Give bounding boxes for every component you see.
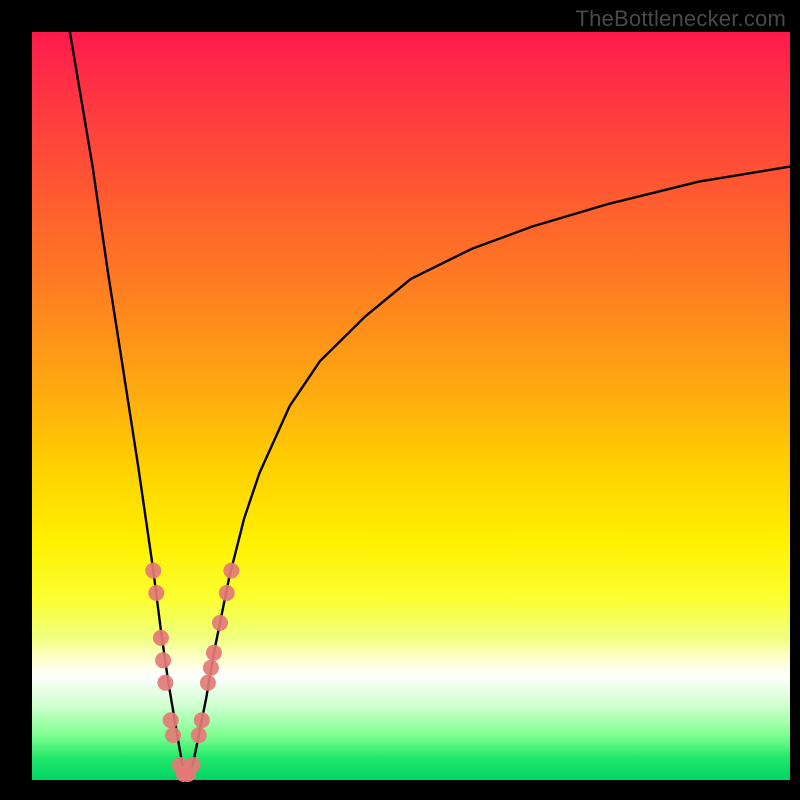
highlight-point bbox=[185, 757, 201, 773]
highlight-point bbox=[163, 712, 179, 728]
highlight-point bbox=[148, 585, 164, 601]
highlight-point bbox=[223, 563, 239, 579]
highlight-point bbox=[212, 615, 228, 631]
highlight-point bbox=[145, 563, 161, 579]
highlight-point bbox=[191, 727, 207, 743]
bottleneck-curve bbox=[70, 32, 790, 773]
highlight-point bbox=[153, 630, 169, 646]
highlight-point bbox=[157, 675, 173, 691]
highlight-point bbox=[206, 645, 222, 661]
watermark-text: TheBottlenecker.com bbox=[576, 6, 786, 32]
highlight-point bbox=[165, 727, 181, 743]
highlight-point bbox=[200, 675, 216, 691]
highlight-point bbox=[194, 712, 210, 728]
highlight-point bbox=[203, 660, 219, 676]
chart-svg bbox=[0, 0, 800, 800]
chart-frame: TheBottlenecker.com bbox=[0, 0, 800, 800]
highlight-point bbox=[219, 585, 235, 601]
highlight-point bbox=[155, 652, 171, 668]
